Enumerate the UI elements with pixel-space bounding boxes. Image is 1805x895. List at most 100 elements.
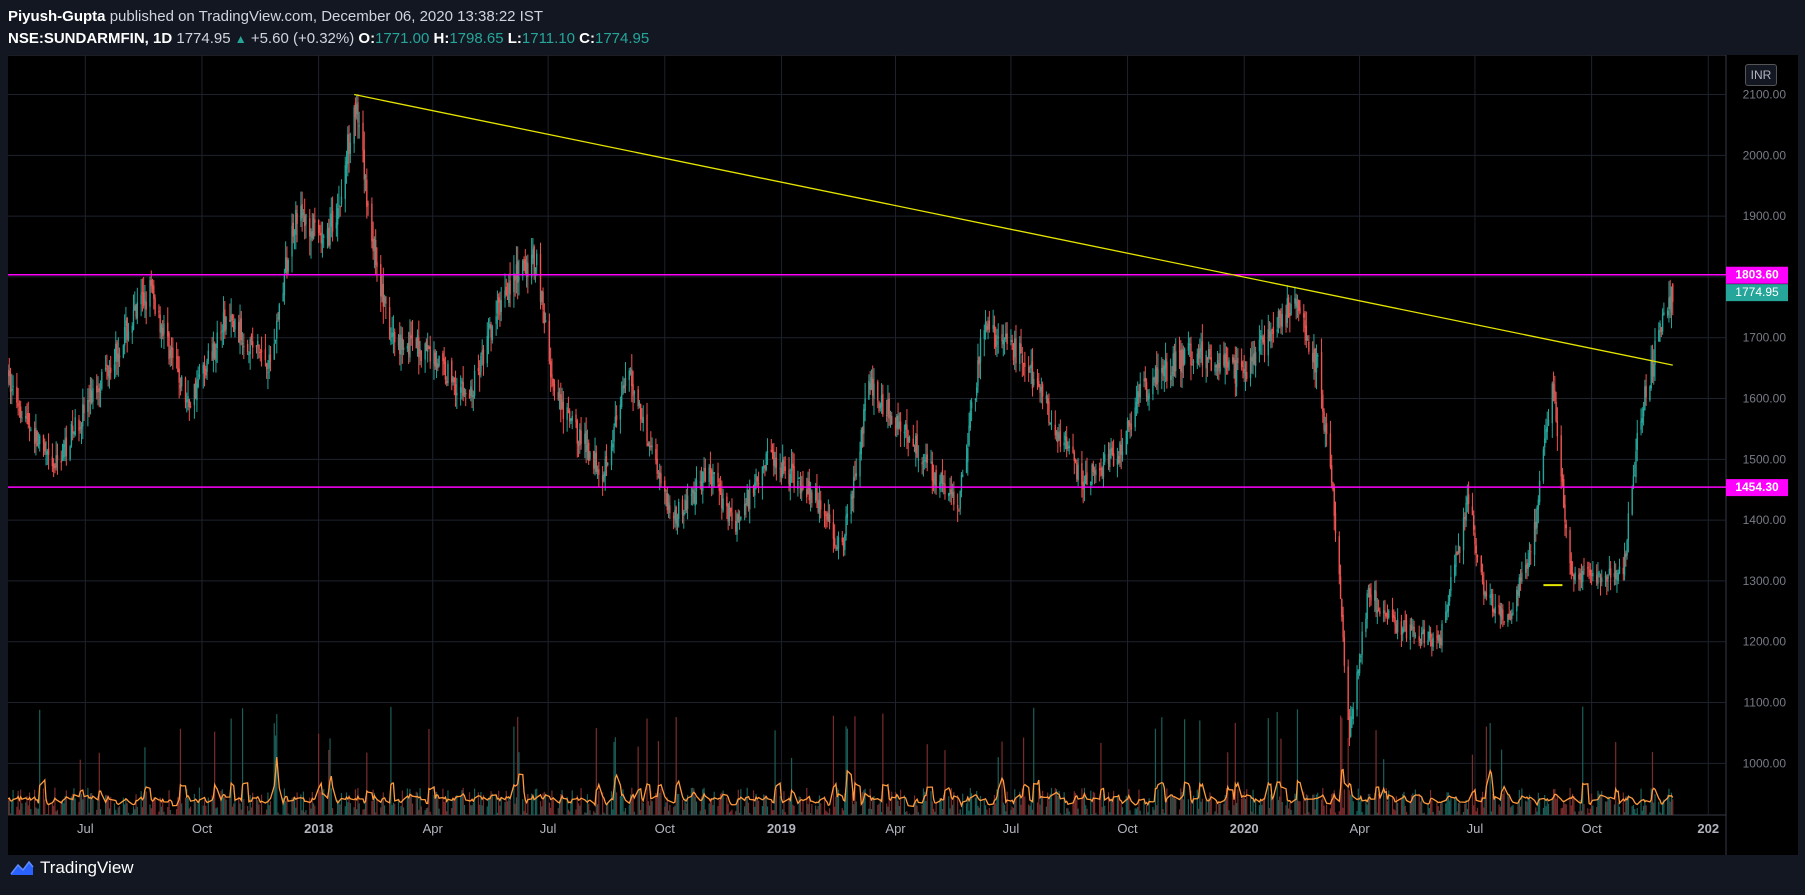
volume-bar — [233, 803, 235, 815]
volume-bar — [552, 797, 554, 815]
candle-body — [793, 466, 795, 487]
candle-body — [1135, 401, 1138, 410]
candle-body — [722, 498, 724, 511]
candle-body — [579, 429, 581, 446]
volume-bar — [1384, 814, 1386, 815]
candle-body — [83, 405, 85, 414]
volume-bar — [311, 791, 313, 815]
volume-bar — [80, 793, 83, 815]
candle-body — [159, 314, 161, 333]
candle-body — [1182, 350, 1185, 366]
candle-body — [667, 502, 670, 510]
candle-body — [1413, 626, 1415, 636]
candle-body — [1409, 624, 1411, 640]
candle-body — [1098, 468, 1101, 471]
volume-bar — [932, 808, 935, 815]
volume-bar — [640, 809, 642, 815]
candle-body — [1110, 448, 1112, 452]
volume-bar — [695, 801, 698, 815]
candle-body — [1324, 424, 1327, 432]
candle-body — [397, 337, 400, 346]
candle-body — [1542, 449, 1545, 481]
volume-bar — [863, 790, 865, 815]
volume-bar — [1493, 799, 1495, 815]
candle-body — [974, 399, 977, 401]
volume-bar — [319, 790, 321, 815]
candle-body — [1352, 708, 1354, 719]
candle-body — [1358, 659, 1361, 674]
candle-body — [1622, 567, 1625, 574]
candle-body — [51, 456, 54, 467]
candle-body — [89, 388, 92, 403]
candle-body — [814, 487, 817, 501]
candle-body — [1304, 320, 1306, 328]
volume-bar — [1182, 799, 1184, 815]
volume-bar — [487, 797, 490, 815]
x-tick-label: Jul — [1467, 821, 1484, 836]
volume-bar — [419, 788, 421, 815]
volume-bar — [619, 795, 621, 815]
candle-body — [232, 321, 235, 332]
candle-body — [44, 442, 46, 452]
volume-bar — [921, 804, 923, 815]
volume-bar — [46, 813, 48, 815]
volume-bar — [1200, 801, 1202, 815]
candle-body — [1547, 419, 1550, 426]
price-chart[interactable]: 2100.002000.001900.001800.001700.001600.… — [8, 55, 1798, 855]
x-tick-label: Oct — [1581, 821, 1602, 836]
volume-bar — [169, 809, 171, 815]
candle-body — [240, 318, 242, 340]
candle-body — [1588, 570, 1590, 572]
volume-bar — [286, 798, 288, 815]
volume-bar — [1320, 799, 1323, 815]
author-name[interactable]: Piyush-Gupta — [8, 8, 106, 25]
volume-bar — [125, 798, 127, 815]
y-tick-label: 1100.00 — [1744, 696, 1787, 710]
volume-bar — [420, 806, 422, 815]
footer-brand[interactable]: TradingView — [10, 858, 134, 878]
candle-body — [1617, 572, 1619, 581]
candle-body — [1019, 342, 1021, 364]
candle-body — [419, 349, 421, 355]
candle-body — [1410, 624, 1413, 631]
candle-body — [746, 489, 748, 505]
candle-body — [880, 395, 883, 407]
volume-bar — [1608, 796, 1610, 815]
volume-bar — [1040, 795, 1042, 815]
candle-body — [522, 260, 524, 275]
volume-bar — [411, 803, 414, 815]
volume-bar — [1135, 808, 1138, 815]
candle-body — [1038, 380, 1040, 387]
volume-bar — [1020, 804, 1022, 815]
candle-body — [566, 407, 568, 420]
volume-bar — [293, 797, 296, 815]
volume-bar — [1551, 797, 1553, 815]
candle-body — [1329, 433, 1332, 468]
candle-body — [1180, 349, 1182, 372]
candle-body — [1432, 637, 1434, 648]
candle-body — [374, 239, 377, 266]
candle-body — [468, 394, 471, 399]
volume-bar — [230, 718, 232, 815]
candle-body — [775, 457, 778, 468]
volume-bar — [382, 792, 384, 815]
candle-body — [1041, 384, 1044, 397]
volume-bar — [266, 809, 268, 815]
candle-body — [691, 489, 694, 494]
candle-body — [329, 223, 331, 246]
candle-body — [660, 473, 662, 484]
volume-bar — [1473, 805, 1475, 815]
up-arrow-icon: ▲ — [234, 32, 247, 46]
volume-bar — [326, 814, 329, 815]
candle-body — [1187, 343, 1190, 351]
volume-bar — [314, 805, 316, 815]
candle-body — [259, 352, 262, 354]
candle-body — [1199, 348, 1201, 359]
volume-bar — [1545, 806, 1547, 815]
volume-bar — [207, 797, 209, 815]
volume-bar — [660, 788, 662, 815]
candle-body — [727, 503, 729, 522]
candle-body — [1183, 348, 1186, 364]
candle-body — [774, 459, 776, 468]
volume-bar — [667, 810, 670, 815]
